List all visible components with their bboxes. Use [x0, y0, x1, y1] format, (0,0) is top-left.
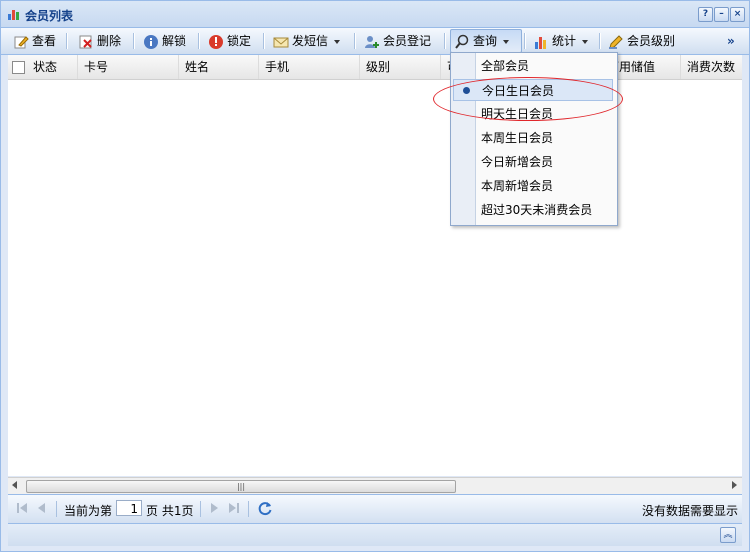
next-page-icon[interactable] [208, 502, 220, 514]
toolbar-separator [66, 33, 68, 49]
envelope-icon [273, 37, 289, 47]
radio-bullet-icon [463, 87, 470, 94]
add-user-icon [365, 35, 379, 48]
select-all-checkbox[interactable] [12, 61, 25, 74]
toolbar-separator [198, 33, 200, 49]
stats-label: 统计 [552, 34, 577, 48]
chevron-down-icon [334, 39, 341, 44]
stats-button[interactable]: 统计 [533, 30, 589, 52]
page-suffix: 页 共1页 [146, 504, 194, 518]
paging-toolbar: 当前为第 1 页 共1页 没有数据需要显示 [8, 494, 742, 523]
page-prefix: 当前为第 [64, 504, 113, 518]
column-status[interactable]: 状态 [8, 55, 78, 79]
toolbar-separator [133, 33, 135, 49]
pager-separator [56, 501, 57, 517]
unlock-label: 解锁 [162, 34, 187, 48]
column-phone[interactable]: 手机 [259, 55, 360, 79]
menu-item-birthday-tomorrow[interactable]: 明天生日会员 [453, 103, 613, 125]
title-bar[interactable]: 会员列表 ? – × [1, 1, 749, 28]
chart-app-icon [8, 10, 19, 20]
delete-button[interactable]: 删除 [78, 30, 121, 52]
toolbar-separator [263, 33, 265, 49]
close-button[interactable]: × [730, 7, 745, 22]
bar-chart-icon [535, 36, 546, 49]
chevron-down-icon [582, 39, 589, 44]
delete-label: 删除 [97, 34, 122, 48]
pager-separator [200, 501, 201, 517]
grid-body [8, 80, 742, 476]
query-dropdown-menu: 全部会员 今日生日会员 明天生日会员 本周生日会员 今日新增会员 本周新增会员 … [450, 52, 618, 226]
lock-label: 锁定 [227, 34, 252, 48]
scroll-right-icon[interactable] [732, 481, 737, 489]
menu-item-birthday-week[interactable]: 本周生日会员 [453, 127, 613, 149]
toolbar-separator [524, 33, 526, 49]
view-label: 查看 [32, 34, 57, 48]
empty-message: 没有数据需要显示 [641, 504, 738, 518]
last-page-icon[interactable] [228, 502, 240, 514]
menu-item-birthday-today[interactable]: 今日生日会员 [453, 79, 613, 101]
register-member-button[interactable]: 会员登记 [364, 30, 431, 52]
view-button[interactable]: 查看 [13, 30, 56, 52]
horizontal-scrollbar[interactable]: ||| [8, 477, 742, 494]
column-level[interactable]: 级别 [360, 55, 441, 79]
prev-page-icon[interactable] [36, 502, 48, 514]
delete-icon [79, 35, 92, 48]
register-member-label: 会员登记 [383, 34, 432, 48]
send-sms-button[interactable]: 发短信 [273, 30, 341, 52]
menu-item-all-members[interactable]: 全部会员 [453, 55, 613, 77]
collapse-up-icon[interactable]: ︽ [720, 527, 736, 543]
pencil-icon [609, 34, 623, 49]
menu-item-new-today[interactable]: 今日新增会员 [453, 151, 613, 173]
member-level-button[interactable]: 会员级别 [608, 30, 675, 52]
more-button[interactable]: » [727, 30, 735, 52]
query-label: 查询 [473, 34, 498, 48]
alert-icon [209, 34, 223, 49]
menu-item-label: 今日新增会员 [481, 155, 554, 169]
menu-item-label: 本周生日会员 [481, 131, 554, 145]
column-status-label: 状态 [33, 60, 58, 74]
window-title: 会员列表 [25, 9, 74, 23]
page-number-input[interactable]: 1 [116, 500, 142, 516]
member-level-label: 会员级别 [627, 34, 676, 48]
toolbar-separator [444, 33, 446, 49]
column-name[interactable]: 姓名 [179, 55, 259, 79]
lock-button[interactable]: 锁定 [208, 30, 251, 52]
edit-icon [14, 35, 29, 48]
column-card-no[interactable]: 卡号 [78, 55, 179, 79]
menu-item-new-week[interactable]: 本周新增会员 [453, 175, 613, 197]
minimize-button[interactable]: – [714, 7, 729, 22]
toolbar-separator [354, 33, 356, 49]
scroll-left-icon[interactable] [12, 481, 17, 489]
pager-separator [248, 501, 249, 517]
unlock-button[interactable]: 解锁 [143, 30, 186, 52]
toolbar: 查看 删除 解锁 锁定 发短信 会员登记 查询 统计 会员级别 » [1, 28, 749, 55]
menu-item-label: 明天生日会员 [481, 107, 554, 121]
menu-item-label: 超过30天未消费会员 [481, 203, 593, 217]
status-bar: ︽ [8, 523, 742, 546]
first-page-icon[interactable] [16, 502, 28, 514]
refresh-icon[interactable] [257, 500, 273, 516]
menu-item-label: 本周新增会员 [481, 179, 554, 193]
menu-item-inactive-30-days[interactable]: 超过30天未消费会员 [453, 199, 613, 221]
send-sms-label: 发短信 [292, 34, 329, 48]
search-icon [455, 34, 469, 49]
menu-item-label: 今日生日会员 [482, 84, 555, 98]
help-button[interactable]: ? [698, 7, 713, 22]
query-button[interactable]: 查询 [450, 29, 522, 53]
column-consume-count[interactable]: 消费次数 [681, 55, 742, 79]
scroll-thumb[interactable]: ||| [26, 480, 456, 493]
grid-header: 状态 卡号 姓名 手机 级别 可 可用储值 消费次数 [8, 55, 742, 80]
info-icon [144, 34, 158, 49]
chevron-down-icon [503, 39, 510, 44]
menu-item-label: 全部会员 [481, 59, 530, 73]
member-list-window: 会员列表 ? – × 查看 删除 解锁 锁定 发短信 会员登记 查询 统计 会员… [0, 0, 750, 552]
toolbar-separator [599, 33, 601, 49]
